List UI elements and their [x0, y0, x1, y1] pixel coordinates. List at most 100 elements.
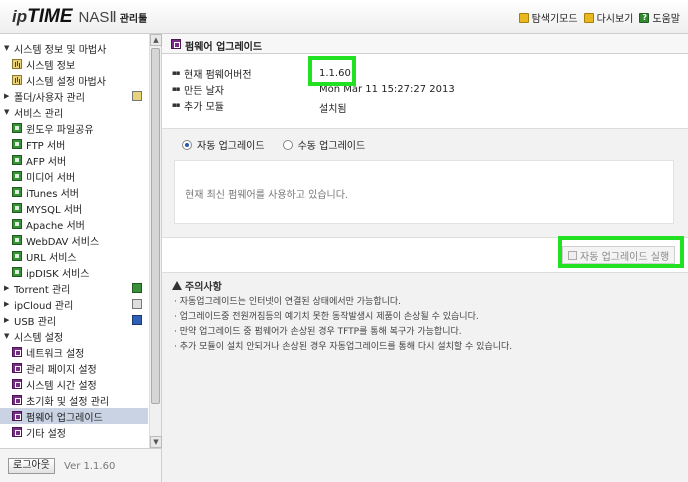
current-version-value: 1.1.60 [319, 68, 351, 79]
collapsed-arrow-icon: ▶ [4, 316, 10, 324]
auto-upgrade-radio[interactable]: 자동 업그레이드 [182, 137, 265, 152]
settings-icon [171, 39, 181, 49]
settings-icon [12, 363, 22, 373]
sidebar-item-ipdisk[interactable]: ipDISK 서비스 [0, 264, 148, 280]
service-icon [12, 235, 22, 245]
sidebar-item-system-info-wizard[interactable]: ▼ 시스템 정보 및 마법사 [0, 40, 148, 56]
sidebar-item-label: ipCloud 관리 [14, 300, 74, 312]
help-label: 도움말 [652, 14, 680, 25]
service-icon [12, 187, 22, 197]
sidebar-item-usb[interactable]: ▶ USB 관리 [0, 312, 148, 328]
sidebar-item-ipcloud[interactable]: ▶ ipCloud 관리 [0, 296, 148, 312]
sidebar-item-system-settings[interactable]: ▼ 시스템 설정 [0, 328, 148, 344]
caution-heading: 주의사항 [172, 278, 222, 293]
service-icon [12, 123, 22, 133]
collapsed-arrow-icon: ▶ [4, 300, 10, 308]
scroll-up-arrow-icon[interactable]: ▲ [150, 34, 162, 46]
sidebar-item-label: 시스템 정보 [26, 60, 76, 72]
folder-icon [518, 12, 529, 23]
caution-list: · 자동업그레이드는 인터넷이 연결된 상태에서만 가능합니다. · 업그레이드… [174, 294, 512, 354]
addon-module-value: 설치됨 [319, 104, 347, 115]
sidebar-footer: 로그아웃 Ver 1.1.60 [0, 448, 161, 482]
service-icon [12, 139, 22, 149]
sidebar-scrollbar[interactable]: ▲ ▼ [149, 34, 162, 448]
scroll-down-arrow-icon[interactable]: ▼ [150, 436, 162, 448]
sidebar-item-label: MYSQL 서버 [26, 204, 83, 216]
sidebar-item-setup-wizard[interactable]: 시스템 설정 마법사 [0, 72, 148, 88]
logout-button[interactable]: 로그아웃 [8, 458, 55, 474]
logo-model: NASⅡ [78, 9, 117, 26]
sidebar-item-system-info[interactable]: 시스템 정보 [0, 56, 148, 72]
app-header: ip TIME NASⅡ 관리툴 탐색기모드 다시보기 도움말 [0, 0, 688, 34]
sidebar-item-torrent[interactable]: ▶ Torrent 관리 [0, 280, 148, 296]
logo-ip: ip [12, 7, 28, 26]
sidebar-item-reset-config[interactable]: 초기화 및 설정 관리 [0, 392, 148, 408]
sidebar-item-label: 네트워크 설정 [26, 348, 85, 360]
sidebar-item-url[interactable]: URL 서비스 [0, 248, 148, 264]
sidebar-item-webdav[interactable]: WebDAV 서비스 [0, 232, 148, 248]
chart-icon [132, 91, 142, 101]
info-row-addon-module: ▪▪ 추가 모듈 [172, 98, 224, 113]
caution-text: 업그레이드중 전원꺼짐등의 예기치 못한 동작발생시 제품이 손상될 수 있습니… [179, 312, 479, 322]
run-auto-upgrade-button[interactable]: 자동 업그레이드 실행 [562, 246, 676, 264]
sidebar-item-apache[interactable]: Apache 서버 [0, 216, 148, 232]
caution-notes: 주의사항 · 자동업그레이드는 인터넷이 연결된 상태에서만 가능합니다. · … [162, 272, 688, 482]
sidebar-item-system-time[interactable]: 시스템 시간 설정 [0, 376, 148, 392]
caution-item: · 자동업그레이드는 인터넷이 연결된 상태에서만 가능합니다. [174, 297, 402, 307]
bullet-icon: ▪▪ [172, 69, 181, 77]
sidebar-item-media[interactable]: 미디어 서버 [0, 168, 148, 184]
manual-upgrade-radio[interactable]: 수동 업그레이드 [282, 137, 366, 152]
service-icon [12, 171, 22, 181]
sidebar-item-itunes[interactable]: iTunes 서버 [0, 184, 148, 200]
sidebar-item-firmware-upgrade[interactable]: 펌웨어 업그레이드 [0, 408, 148, 424]
auto-upgrade-label: 자동 업그레이드 [197, 141, 265, 152]
sidebar-item-label: Torrent 관리 [14, 284, 71, 296]
settings-icon [12, 395, 22, 405]
sidebar-item-label: ipDISK 서비스 [26, 268, 90, 280]
sidebar-item-label: 시스템 시간 설정 [26, 380, 97, 392]
logo-suffix: 관리툴 [119, 14, 148, 25]
service-icon [12, 155, 22, 165]
sidebar-item-other-settings[interactable]: 기타 설정 [0, 424, 148, 440]
warning-icon [172, 281, 182, 290]
sidebar-item-label: USB 관리 [14, 316, 57, 328]
sidebar-item-windows-share[interactable]: 윈도우 파일공유 [0, 120, 148, 136]
sidebar-item-label: iTunes 서버 [26, 188, 79, 200]
refresh-link[interactable]: 다시보기 [583, 10, 633, 25]
logo-time: TIME [27, 6, 73, 27]
sidebar-item-folder-user[interactable]: ▶ 폴더/사용자 관리 [0, 88, 148, 104]
sidebar-item-ftp[interactable]: FTP 서버 [0, 136, 148, 152]
sidebar-item-label: 윈도우 파일공유 [26, 124, 94, 136]
expanded-arrow-icon: ▼ [4, 332, 10, 340]
expanded-arrow-icon: ▼ [4, 108, 10, 116]
settings-icon [12, 411, 22, 421]
explorer-mode-link[interactable]: 탐색기모드 [518, 10, 578, 25]
version-label: Ver 1.1.60 [64, 461, 116, 472]
caution-text: 만약 업그레이드 중 펌웨어가 손상된 경우 TFTP를 통해 복구가 가능합니… [179, 327, 462, 337]
sidebar-item-admin-page[interactable]: 관리 페이지 설정 [0, 360, 148, 376]
service-icon [12, 203, 22, 213]
sidebar-item-mysql[interactable]: MYSQL 서버 [0, 200, 148, 216]
usb-icon [132, 315, 142, 325]
sidebar-item-label: 시스템 설정 마법사 [26, 76, 106, 88]
page-title: 펌웨어 업그레이드 [185, 42, 263, 53]
sidebar-item-label: 서비스 관리 [14, 108, 64, 120]
status-message: 현재 최신 펌웨어를 사용하고 있습니다. [185, 190, 349, 201]
sidebar-item-afp[interactable]: AFP 서버 [0, 152, 148, 168]
refresh-icon [583, 12, 594, 23]
settings-icon [12, 379, 22, 389]
main-panel: 펌웨어 업그레이드 ▪▪ 현재 펌웨어버전 1.1.60 ▪▪ 만든 날자 Mo… [162, 34, 688, 482]
run-auto-upgrade-label: 자동 업그레이드 실행 [580, 251, 670, 263]
caution-text: 자동업그레이드는 인터넷이 연결된 상태에서만 가능합니다. [179, 297, 402, 307]
info-row-build-date: ▪▪ 만든 날자 [172, 82, 224, 97]
scrollbar-thumb[interactable] [151, 48, 160, 404]
torrent-icon [132, 283, 142, 293]
manual-upgrade-label: 수동 업그레이드 [297, 141, 366, 152]
sidebar-item-label: WebDAV 서비스 [26, 236, 100, 248]
collapsed-arrow-icon: ▶ [4, 92, 10, 100]
caution-item: · 추가 모듈이 설치 안되거나 손상된 경우 자동업그레이드를 통해 다시 설… [174, 342, 513, 352]
sidebar-item-label: 펌웨어 업그레이드 [26, 412, 103, 424]
sidebar-item-service[interactable]: ▼ 서비스 관리 [0, 104, 148, 120]
help-link[interactable]: 도움말 [639, 10, 680, 25]
sidebar-item-network[interactable]: 네트워크 설정 [0, 344, 148, 360]
